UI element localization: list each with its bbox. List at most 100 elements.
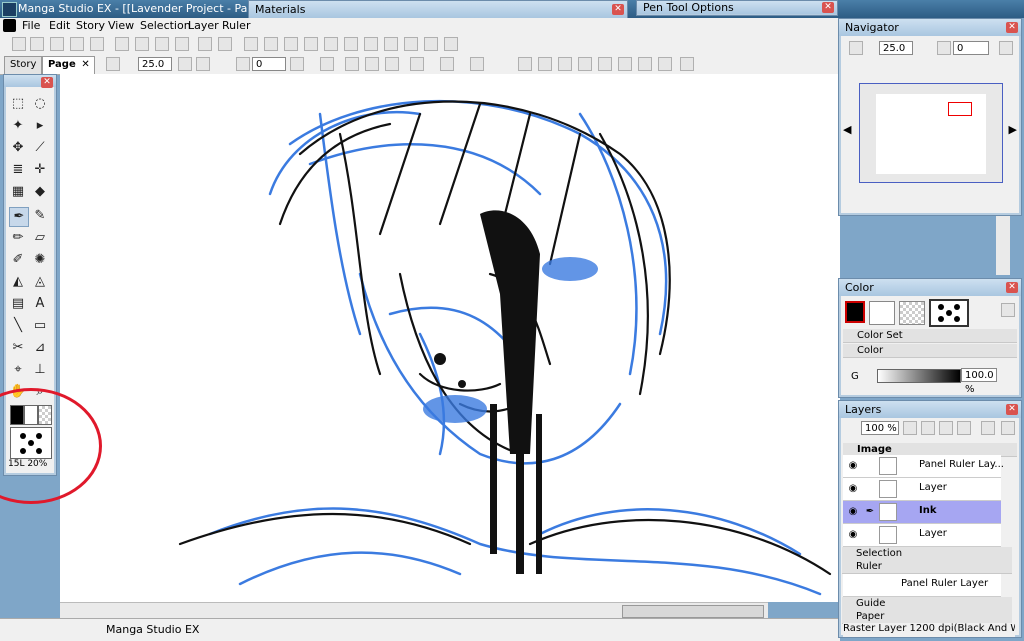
options-icon[interactable] — [1001, 303, 1015, 317]
view-icon[interactable] — [264, 37, 278, 51]
paper-folder[interactable]: Paper — [842, 610, 1012, 624]
tools-icon[interactable] — [344, 37, 358, 51]
menu-layer[interactable]: Layer — [188, 19, 219, 32]
navigator-rotation-field[interactable]: 0 — [953, 41, 989, 55]
ruler-icon[interactable] — [638, 57, 652, 71]
ruler-tool-icon[interactable]: ✂ — [9, 339, 27, 357]
ruler-icon[interactable] — [538, 57, 552, 71]
menu-selection[interactable]: Selection — [140, 19, 191, 32]
ruler-icon[interactable] — [518, 57, 532, 71]
airbrush-icon[interactable]: ✺ — [31, 251, 49, 269]
sub-color-swatch[interactable] — [869, 301, 895, 325]
pen-tool-options-palette[interactable]: Pen Tool Options ✕ — [636, 0, 838, 16]
view-icon[interactable] — [284, 37, 298, 51]
selection-pen-icon[interactable]: ▸ — [31, 117, 49, 135]
view-icon[interactable] — [324, 37, 338, 51]
close-doc-icon[interactable] — [90, 37, 104, 51]
eye-icon[interactable]: ◉ — [846, 505, 860, 519]
eraser-icon[interactable]: ▱ — [31, 229, 49, 247]
layer-row-selected[interactable]: ◉ ✒ Ink — [843, 501, 1001, 524]
close-icon[interactable]: ✕ — [1006, 282, 1018, 293]
ruler-icon[interactable] — [598, 57, 612, 71]
line-tool-icon[interactable]: ╲ — [9, 317, 27, 335]
magic-wand-icon[interactable]: ✦ — [9, 117, 27, 135]
horizontal-scrollbar[interactable] — [60, 602, 768, 619]
menu-file[interactable]: File — [22, 19, 40, 32]
fit-icon[interactable] — [320, 57, 334, 71]
tone-icon[interactable]: ▦ — [9, 183, 27, 201]
rotate-icon[interactable] — [236, 57, 250, 71]
new-page-icon[interactable] — [12, 37, 26, 51]
viewport-indicator[interactable] — [948, 102, 972, 116]
color-grid-icon[interactable] — [404, 37, 418, 51]
rotate-icon[interactable] — [937, 41, 951, 55]
layer-row[interactable]: ◉ Panel Ruler Lay... — [843, 455, 1004, 478]
menu-ruler[interactable]: Ruler — [222, 19, 250, 32]
stamp-icon[interactable]: ⌖ — [9, 361, 27, 379]
open-icon[interactable] — [50, 37, 64, 51]
ruler-icon[interactable] — [658, 57, 672, 71]
rectangle-tool-icon[interactable]: ▭ — [31, 317, 49, 335]
pen-tool-icon[interactable]: ✒ — [9, 207, 29, 227]
selection-folder[interactable]: Selection — [842, 547, 1012, 561]
color-grid-icon[interactable] — [384, 37, 398, 51]
lock-icon[interactable] — [981, 421, 995, 435]
cut-icon[interactable] — [115, 37, 129, 51]
zoom-field[interactable]: 25.0 — [138, 57, 172, 71]
grid-icon[interactable] — [410, 57, 424, 71]
brush-icon[interactable]: ✐ — [9, 251, 27, 269]
pencil-tool-icon[interactable]: ✎ — [31, 207, 49, 225]
eye-icon[interactable]: ◉ — [846, 482, 860, 496]
menu-edit[interactable]: Edit — [49, 19, 70, 32]
eye-icon[interactable]: ◉ — [846, 459, 860, 473]
check-icon[interactable] — [364, 37, 378, 51]
paste-icon[interactable] — [155, 37, 169, 51]
fit-icon[interactable] — [385, 57, 399, 71]
view-icon[interactable] — [304, 37, 318, 51]
brush-pattern-swatch[interactable] — [929, 299, 969, 327]
zoom-mode-icon[interactable] — [849, 41, 863, 55]
cube-icon[interactable]: ◆ — [31, 183, 49, 201]
layer-row[interactable]: ◉ Layer — [843, 478, 1001, 501]
scrollbar-thumb[interactable] — [622, 605, 764, 618]
options-icon[interactable] — [1001, 421, 1015, 435]
save-icon[interactable] — [70, 37, 84, 51]
redo-icon[interactable] — [218, 37, 232, 51]
main-color-swatch[interactable] — [845, 301, 865, 323]
fill-icon[interactable]: ◭ — [9, 273, 27, 291]
drawing-canvas[interactable] — [60, 74, 840, 602]
stamp-icon[interactable]: ⊥ — [31, 361, 49, 379]
color-set-header[interactable]: Color Set — [843, 329, 1017, 343]
delete-layer-icon[interactable] — [957, 421, 971, 435]
lasso-tool-icon[interactable]: ◌ — [31, 95, 49, 113]
gradient-icon[interactable]: ▤ — [9, 295, 27, 313]
marquee-tool-icon[interactable]: ⬚ — [9, 95, 27, 113]
object-select-icon[interactable]: ✥ — [9, 139, 27, 157]
navigator-zoom-field[interactable]: 25.0 — [879, 41, 913, 55]
layers-icon[interactable] — [424, 37, 438, 51]
ruler-icon[interactable] — [618, 57, 632, 71]
vertical-scrollbar[interactable] — [996, 215, 1010, 275]
pattern-fill-icon[interactable]: ◬ — [31, 273, 49, 291]
copy-icon[interactable] — [135, 37, 149, 51]
opacity-arrow-icon[interactable] — [903, 421, 917, 435]
new-layer-icon[interactable] — [921, 421, 935, 435]
options-icon[interactable] — [999, 41, 1013, 55]
nav-right-arrow-icon[interactable]: ▶ — [1009, 123, 1017, 136]
transparent-color-swatch[interactable] — [899, 301, 925, 325]
eyedropper-icon[interactable]: ⟋ — [31, 139, 49, 157]
ruler-folder[interactable]: Ruler — [842, 560, 1012, 574]
new-story-icon[interactable] — [30, 37, 44, 51]
layer-move-icon[interactable]: ≣ — [9, 161, 27, 179]
close-icon[interactable]: ✕ — [81, 57, 89, 73]
grid-icon[interactable] — [440, 57, 454, 71]
menu-story[interactable]: Story — [76, 19, 105, 32]
zoom-out-icon[interactable] — [196, 57, 210, 71]
grid-icon[interactable] — [470, 57, 484, 71]
panel-tool-icon[interactable]: ⊿ — [31, 339, 49, 357]
print-icon[interactable] — [244, 37, 258, 51]
layer-opacity-field[interactable]: 100 % — [861, 421, 899, 435]
move-icon[interactable]: ✛ — [31, 161, 49, 179]
close-icon[interactable]: ✕ — [1006, 404, 1018, 415]
fit-icon[interactable] — [365, 57, 379, 71]
